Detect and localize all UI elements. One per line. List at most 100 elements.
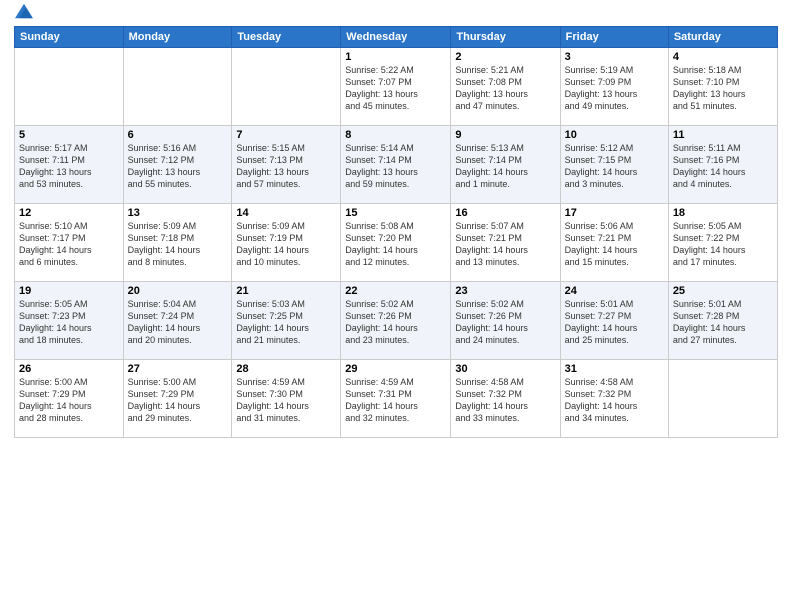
- calendar-cell: 19Sunrise: 5:05 AM Sunset: 7:23 PM Dayli…: [15, 282, 124, 360]
- day-info: Sunrise: 5:01 AM Sunset: 7:27 PM Dayligh…: [565, 298, 664, 347]
- calendar-cell: 3Sunrise: 5:19 AM Sunset: 7:09 PM Daylig…: [560, 48, 668, 126]
- calendar-header-row: SundayMondayTuesdayWednesdayThursdayFrid…: [15, 27, 778, 48]
- day-info: Sunrise: 5:03 AM Sunset: 7:25 PM Dayligh…: [236, 298, 336, 347]
- calendar-cell: 16Sunrise: 5:07 AM Sunset: 7:21 PM Dayli…: [451, 204, 560, 282]
- calendar-cell: 15Sunrise: 5:08 AM Sunset: 7:20 PM Dayli…: [341, 204, 451, 282]
- day-number: 23: [455, 285, 555, 297]
- page: SundayMondayTuesdayWednesdayThursdayFrid…: [0, 0, 792, 612]
- calendar-cell: 20Sunrise: 5:04 AM Sunset: 7:24 PM Dayli…: [123, 282, 232, 360]
- calendar-week-row: 19Sunrise: 5:05 AM Sunset: 7:23 PM Dayli…: [15, 282, 778, 360]
- weekday-header: Friday: [560, 27, 668, 48]
- day-number: 6: [128, 129, 228, 141]
- day-info: Sunrise: 5:00 AM Sunset: 7:29 PM Dayligh…: [19, 376, 119, 425]
- day-number: 27: [128, 363, 228, 375]
- day-number: 30: [455, 363, 555, 375]
- day-number: 7: [236, 129, 336, 141]
- calendar-cell: [668, 360, 777, 438]
- calendar-cell: 23Sunrise: 5:02 AM Sunset: 7:26 PM Dayli…: [451, 282, 560, 360]
- day-info: Sunrise: 4:58 AM Sunset: 7:32 PM Dayligh…: [455, 376, 555, 425]
- day-number: 12: [19, 207, 119, 219]
- day-number: 25: [673, 285, 773, 297]
- logo: [14, 10, 33, 20]
- calendar-cell: [15, 48, 124, 126]
- calendar-cell: 26Sunrise: 5:00 AM Sunset: 7:29 PM Dayli…: [15, 360, 124, 438]
- calendar-week-row: 1Sunrise: 5:22 AM Sunset: 7:07 PM Daylig…: [15, 48, 778, 126]
- day-number: 16: [455, 207, 555, 219]
- calendar-cell: 9Sunrise: 5:13 AM Sunset: 7:14 PM Daylig…: [451, 126, 560, 204]
- calendar-cell: 10Sunrise: 5:12 AM Sunset: 7:15 PM Dayli…: [560, 126, 668, 204]
- calendar-cell: 31Sunrise: 4:58 AM Sunset: 7:32 PM Dayli…: [560, 360, 668, 438]
- day-info: Sunrise: 5:09 AM Sunset: 7:18 PM Dayligh…: [128, 220, 228, 269]
- calendar-week-row: 26Sunrise: 5:00 AM Sunset: 7:29 PM Dayli…: [15, 360, 778, 438]
- day-info: Sunrise: 5:21 AM Sunset: 7:08 PM Dayligh…: [455, 64, 555, 113]
- weekday-header: Monday: [123, 27, 232, 48]
- day-number: 21: [236, 285, 336, 297]
- day-info: Sunrise: 5:06 AM Sunset: 7:21 PM Dayligh…: [565, 220, 664, 269]
- calendar-cell: 21Sunrise: 5:03 AM Sunset: 7:25 PM Dayli…: [232, 282, 341, 360]
- day-number: 15: [345, 207, 446, 219]
- day-info: Sunrise: 5:01 AM Sunset: 7:28 PM Dayligh…: [673, 298, 773, 347]
- calendar-cell: 7Sunrise: 5:15 AM Sunset: 7:13 PM Daylig…: [232, 126, 341, 204]
- day-info: Sunrise: 5:02 AM Sunset: 7:26 PM Dayligh…: [455, 298, 555, 347]
- day-number: 18: [673, 207, 773, 219]
- day-number: 28: [236, 363, 336, 375]
- day-number: 14: [236, 207, 336, 219]
- day-info: Sunrise: 5:19 AM Sunset: 7:09 PM Dayligh…: [565, 64, 664, 113]
- calendar-cell: 17Sunrise: 5:06 AM Sunset: 7:21 PM Dayli…: [560, 204, 668, 282]
- day-number: 29: [345, 363, 446, 375]
- calendar-cell: 28Sunrise: 4:59 AM Sunset: 7:30 PM Dayli…: [232, 360, 341, 438]
- day-info: Sunrise: 4:59 AM Sunset: 7:30 PM Dayligh…: [236, 376, 336, 425]
- calendar-cell: 24Sunrise: 5:01 AM Sunset: 7:27 PM Dayli…: [560, 282, 668, 360]
- day-info: Sunrise: 5:05 AM Sunset: 7:23 PM Dayligh…: [19, 298, 119, 347]
- calendar-week-row: 12Sunrise: 5:10 AM Sunset: 7:17 PM Dayli…: [15, 204, 778, 282]
- calendar-cell: [232, 48, 341, 126]
- day-info: Sunrise: 5:08 AM Sunset: 7:20 PM Dayligh…: [345, 220, 446, 269]
- day-info: Sunrise: 5:02 AM Sunset: 7:26 PM Dayligh…: [345, 298, 446, 347]
- day-info: Sunrise: 5:17 AM Sunset: 7:11 PM Dayligh…: [19, 142, 119, 191]
- calendar-cell: 30Sunrise: 4:58 AM Sunset: 7:32 PM Dayli…: [451, 360, 560, 438]
- day-info: Sunrise: 5:07 AM Sunset: 7:21 PM Dayligh…: [455, 220, 555, 269]
- day-info: Sunrise: 5:00 AM Sunset: 7:29 PM Dayligh…: [128, 376, 228, 425]
- day-number: 8: [345, 129, 446, 141]
- day-number: 5: [19, 129, 119, 141]
- day-info: Sunrise: 5:10 AM Sunset: 7:17 PM Dayligh…: [19, 220, 119, 269]
- day-number: 26: [19, 363, 119, 375]
- day-number: 17: [565, 207, 664, 219]
- calendar-week-row: 5Sunrise: 5:17 AM Sunset: 7:11 PM Daylig…: [15, 126, 778, 204]
- day-info: Sunrise: 5:12 AM Sunset: 7:15 PM Dayligh…: [565, 142, 664, 191]
- logo-icon: [15, 2, 33, 20]
- calendar-cell: 18Sunrise: 5:05 AM Sunset: 7:22 PM Dayli…: [668, 204, 777, 282]
- day-number: 9: [455, 129, 555, 141]
- day-number: 19: [19, 285, 119, 297]
- day-info: Sunrise: 5:18 AM Sunset: 7:10 PM Dayligh…: [673, 64, 773, 113]
- calendar-cell: 12Sunrise: 5:10 AM Sunset: 7:17 PM Dayli…: [15, 204, 124, 282]
- day-number: 2: [455, 51, 555, 63]
- day-info: Sunrise: 5:16 AM Sunset: 7:12 PM Dayligh…: [128, 142, 228, 191]
- weekday-header: Saturday: [668, 27, 777, 48]
- day-number: 24: [565, 285, 664, 297]
- day-number: 13: [128, 207, 228, 219]
- day-info: Sunrise: 4:58 AM Sunset: 7:32 PM Dayligh…: [565, 376, 664, 425]
- day-info: Sunrise: 5:22 AM Sunset: 7:07 PM Dayligh…: [345, 64, 446, 113]
- header: [14, 10, 778, 20]
- calendar-cell: 2Sunrise: 5:21 AM Sunset: 7:08 PM Daylig…: [451, 48, 560, 126]
- day-number: 22: [345, 285, 446, 297]
- calendar-cell: 4Sunrise: 5:18 AM Sunset: 7:10 PM Daylig…: [668, 48, 777, 126]
- weekday-header: Wednesday: [341, 27, 451, 48]
- day-number: 10: [565, 129, 664, 141]
- calendar-table: SundayMondayTuesdayWednesdayThursdayFrid…: [14, 26, 778, 438]
- day-info: Sunrise: 4:59 AM Sunset: 7:31 PM Dayligh…: [345, 376, 446, 425]
- day-info: Sunrise: 5:15 AM Sunset: 7:13 PM Dayligh…: [236, 142, 336, 191]
- day-info: Sunrise: 5:13 AM Sunset: 7:14 PM Dayligh…: [455, 142, 555, 191]
- calendar-cell: 5Sunrise: 5:17 AM Sunset: 7:11 PM Daylig…: [15, 126, 124, 204]
- calendar-cell: [123, 48, 232, 126]
- day-number: 1: [345, 51, 446, 63]
- calendar-cell: 8Sunrise: 5:14 AM Sunset: 7:14 PM Daylig…: [341, 126, 451, 204]
- weekday-header: Tuesday: [232, 27, 341, 48]
- calendar-cell: 25Sunrise: 5:01 AM Sunset: 7:28 PM Dayli…: [668, 282, 777, 360]
- day-number: 20: [128, 285, 228, 297]
- calendar-cell: 1Sunrise: 5:22 AM Sunset: 7:07 PM Daylig…: [341, 48, 451, 126]
- calendar-cell: 22Sunrise: 5:02 AM Sunset: 7:26 PM Dayli…: [341, 282, 451, 360]
- day-info: Sunrise: 5:14 AM Sunset: 7:14 PM Dayligh…: [345, 142, 446, 191]
- day-info: Sunrise: 5:09 AM Sunset: 7:19 PM Dayligh…: [236, 220, 336, 269]
